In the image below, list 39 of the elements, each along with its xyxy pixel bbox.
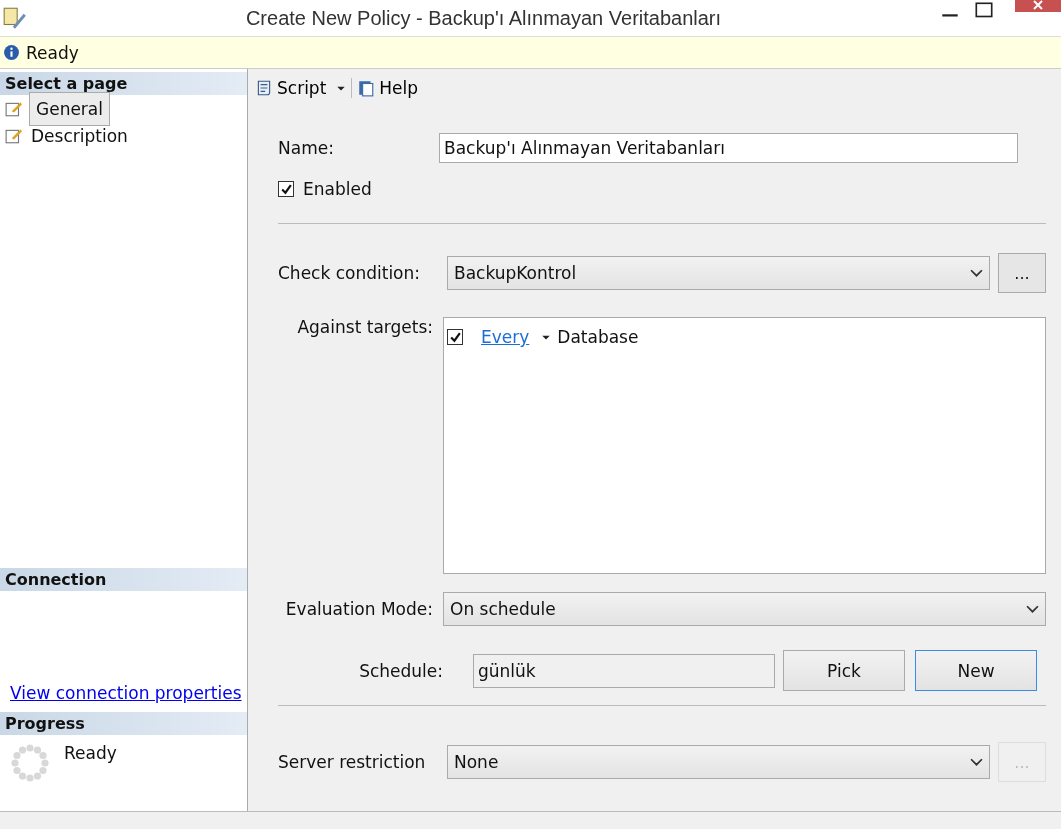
name-label: Name:	[278, 138, 335, 158]
section-header: Select a page	[0, 72, 247, 95]
targets-label: Against targets:	[296, 317, 434, 337]
enabled-label: Enabled	[303, 179, 372, 199]
scroll-icon	[255, 79, 273, 97]
chevron-icon	[1026, 604, 1039, 614]
check-condition-label: Check condition:	[278, 263, 422, 283]
enabled-checkbox[interactable]	[278, 181, 294, 197]
target-type: Database	[557, 327, 639, 347]
info-icon	[3, 44, 20, 61]
chevron-icon	[970, 268, 983, 278]
app-icon	[2, 5, 28, 31]
server-restriction-label: Server restriction	[278, 752, 427, 772]
every-link[interactable]: Every	[481, 327, 530, 347]
evaluation-mode-label: Evaluation Mode:	[284, 599, 434, 619]
section-header: Connection	[0, 568, 247, 591]
spinner-icon	[10, 743, 50, 783]
ellipsis-button[interactable]: ...	[998, 253, 1046, 293]
new-button[interactable]: New	[915, 650, 1037, 691]
evaluation-mode-dropdown[interactable]: On schedule	[443, 592, 1046, 626]
window-title: Create New Policy - Backup'ı Alınmayan Veritabanları	[244, 6, 723, 30]
pick-button[interactable]: Pick	[783, 650, 905, 691]
status-text: Ready	[26, 42, 79, 63]
schedule-label: Schedule:	[358, 660, 443, 681]
page-item[interactable]: General	[29, 91, 110, 126]
schedule-field[interactable]: günlük	[473, 653, 775, 688]
target-checkbox[interactable]	[447, 329, 463, 345]
connection-properties-link[interactable]: View connection properties	[0, 683, 247, 709]
check-condition-dropdown[interactable]: BackupKontrol	[447, 256, 990, 290]
chevron-icon	[970, 757, 983, 767]
page-item[interactable]: Description	[29, 124, 130, 147]
progress-status: Ready	[64, 743, 117, 763]
script-button[interactable]: Script	[252, 76, 350, 100]
server-restriction-dropdown[interactable]: None	[447, 745, 990, 779]
close-icon[interactable]	[1015, 0, 1061, 12]
section-header: Progress	[0, 712, 247, 735]
name-field[interactable]: Backup'ı Alınmayan Veritabanları	[439, 133, 1018, 163]
help-button[interactable]: Help	[354, 76, 422, 100]
book-icon	[357, 79, 376, 97]
